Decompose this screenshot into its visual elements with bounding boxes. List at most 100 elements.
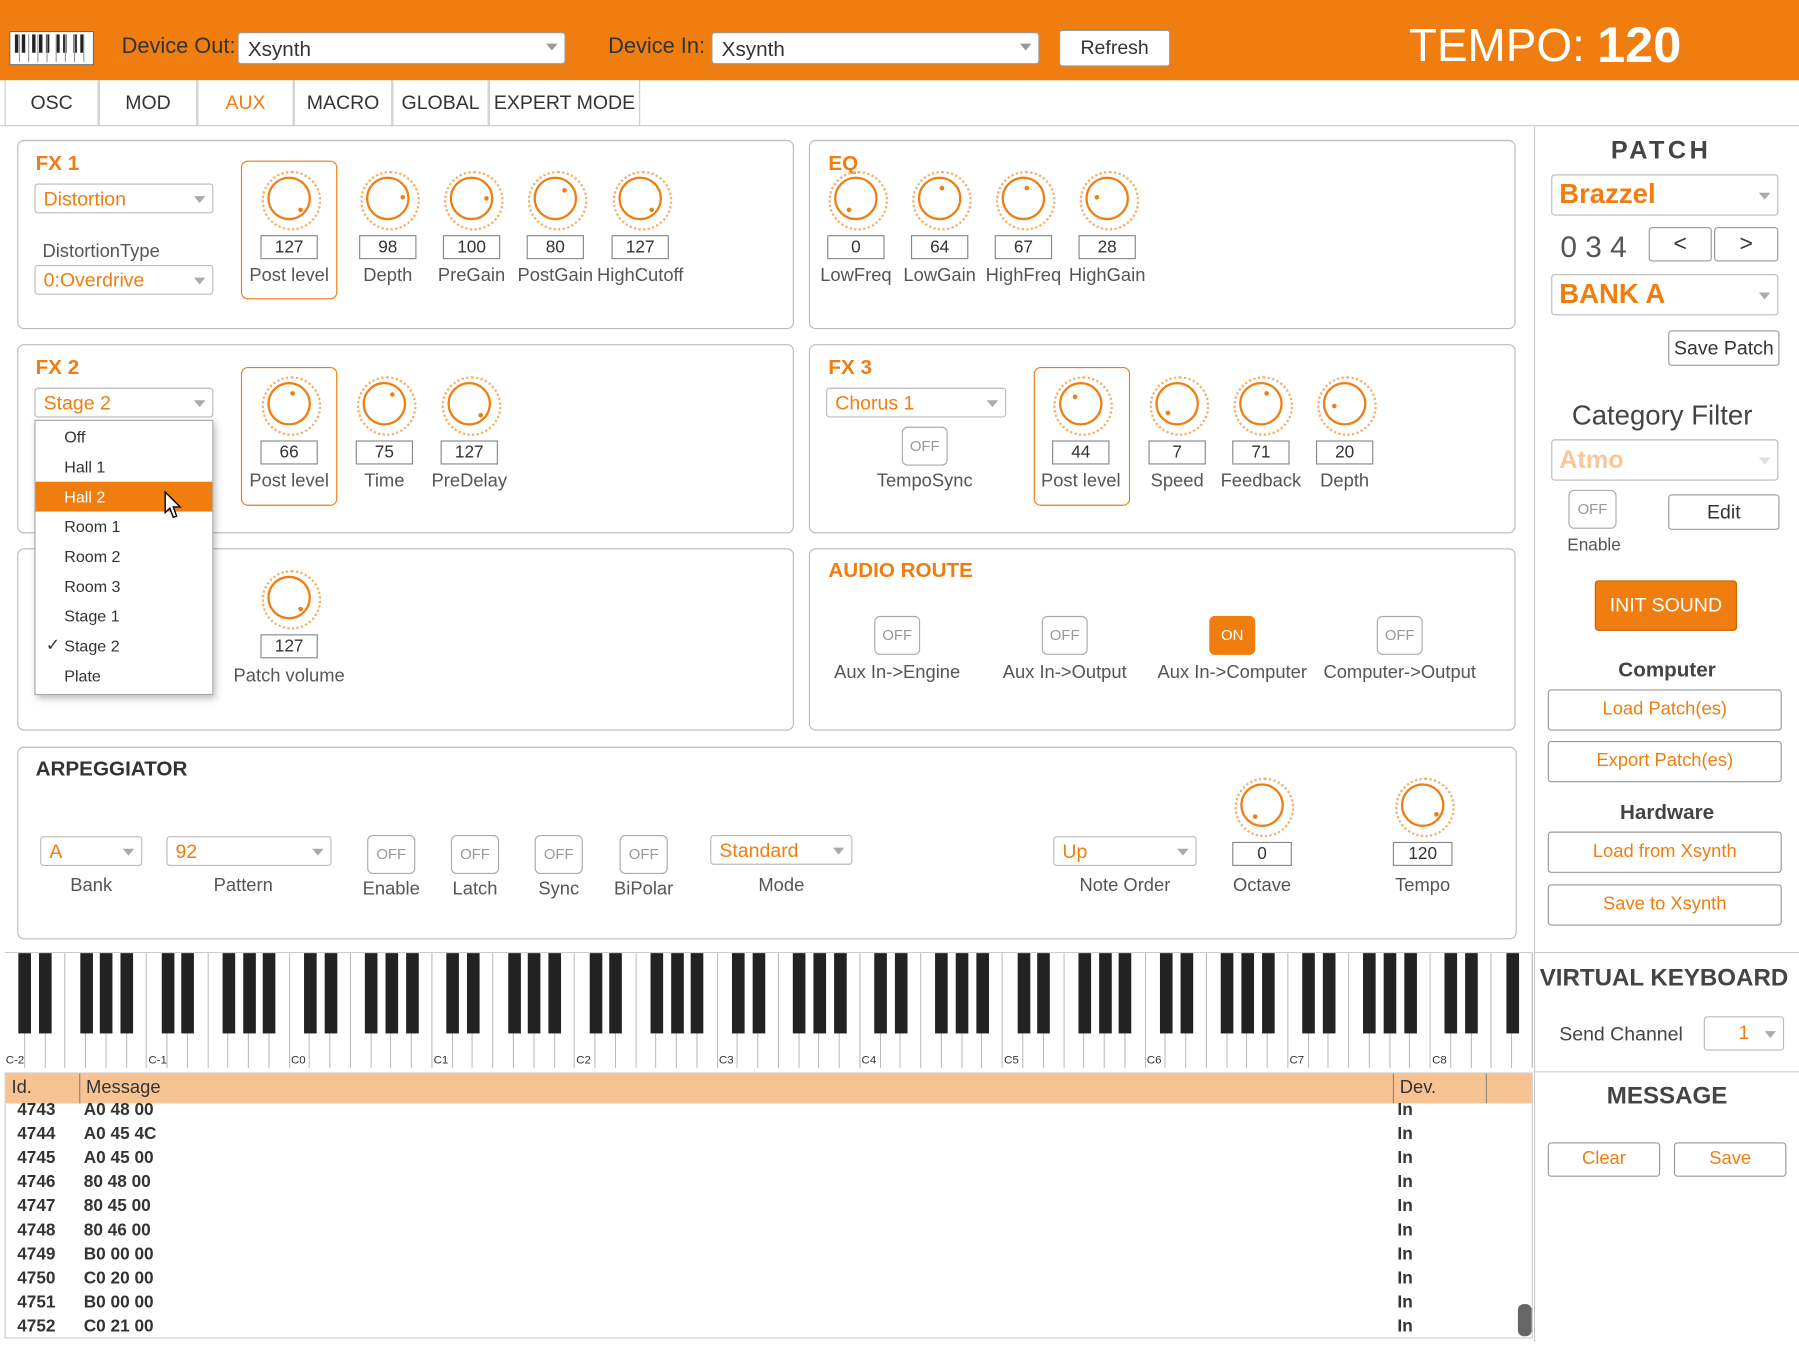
fx2-menu-item-4[interactable]: Room 2 (36, 541, 213, 571)
fx2-menu-item-5[interactable]: Room 3 (36, 571, 213, 601)
fx2-predelay-knob[interactable] (441, 376, 502, 436)
black-key[interactable] (1078, 953, 1091, 1034)
fx2-menu-item-1[interactable]: Hall 1 (36, 452, 213, 482)
virtual-keyboard[interactable]: C-2 C-1 C0 C1 C2 C3 C4 C5 C6 C7 C8 (4, 951, 1533, 1069)
fx1-highcutoff-knob[interactable] (612, 170, 673, 231)
refresh-button[interactable]: Refresh (1058, 29, 1171, 67)
fx3-post-level-knob[interactable] (1053, 376, 1113, 436)
black-key[interactable] (1159, 953, 1173, 1034)
patch-volume-value[interactable]: 127 (260, 634, 318, 659)
black-key[interactable] (1322, 953, 1336, 1034)
category-enable-toggle[interactable]: OFF (1568, 489, 1617, 529)
category-edit-button[interactable]: Edit (1668, 494, 1780, 530)
fx3-speed-knob[interactable] (1149, 376, 1210, 436)
fx2-post-level-value[interactable]: 66 (260, 440, 318, 465)
arp-mode-select[interactable]: Standard (710, 835, 853, 865)
black-key[interactable] (1017, 953, 1030, 1034)
fx3-feedback-knob[interactable] (1233, 376, 1294, 436)
fx1-postgain-knob[interactable] (527, 170, 588, 231)
black-key[interactable] (1465, 953, 1478, 1034)
fx3-type-select[interactable]: Chorus 1 (826, 387, 1007, 418)
black-key[interactable] (1118, 953, 1132, 1034)
black-key[interactable] (1302, 953, 1315, 1034)
black-key[interactable] (1098, 953, 1112, 1034)
fx2-time-knob[interactable] (356, 376, 417, 436)
black-key[interactable] (650, 953, 663, 1034)
eq-highfreq-knob[interactable] (995, 170, 1056, 231)
arp-bipolar-toggle[interactable]: OFF (619, 835, 668, 874)
black-key[interactable] (181, 953, 195, 1034)
eq-lowfreq-knob[interactable] (828, 170, 889, 231)
arp-bank-select[interactable]: A (40, 836, 143, 866)
black-key[interactable] (1506, 953, 1519, 1034)
save-patch-button[interactable]: Save Patch (1668, 330, 1780, 366)
bank-select[interactable]: BANK A (1551, 274, 1779, 316)
black-key[interactable] (935, 953, 949, 1034)
eq-lowfreq-value[interactable]: 0 (827, 235, 885, 260)
fx2-menu-item-2[interactable]: Hall 2 (35, 481, 213, 512)
fx1-depth-knob[interactable] (360, 170, 420, 231)
black-key[interactable] (813, 953, 826, 1034)
black-key[interactable] (1363, 953, 1377, 1034)
fx1-post-level-knob[interactable] (261, 170, 322, 231)
temposync-toggle[interactable]: OFF (901, 426, 948, 466)
fx3-speed-value[interactable]: 7 (1148, 440, 1206, 465)
fx3-depth-knob[interactable] (1317, 376, 1377, 436)
black-key[interactable] (670, 953, 684, 1034)
fx2-type-select[interactable]: Stage 2 (34, 387, 214, 418)
fx2-predelay-value[interactable]: 127 (440, 440, 498, 465)
black-key[interactable] (1180, 953, 1193, 1034)
arp-tempo-knob[interactable] (1395, 777, 1455, 838)
black-key[interactable] (405, 953, 419, 1034)
eq-highgain-value[interactable]: 28 (1078, 235, 1136, 260)
patch-name-select[interactable]: Brazzel (1551, 174, 1779, 216)
fx1-highcutoff-value[interactable]: 127 (611, 235, 669, 260)
black-key[interactable] (976, 953, 989, 1034)
black-key[interactable] (1261, 953, 1275, 1034)
black-key[interactable] (955, 953, 969, 1034)
arp-tempo-value[interactable]: 120 (1392, 841, 1453, 866)
black-key[interactable] (1444, 953, 1458, 1034)
black-key[interactable] (589, 953, 602, 1034)
load-patches-button[interactable]: Load Patch(es) (1547, 689, 1782, 731)
black-key[interactable] (833, 953, 847, 1034)
tab-expert-mode[interactable]: EXPERT MODE (488, 80, 641, 127)
route-toggle-1[interactable]: OFF (1041, 615, 1088, 655)
tab-macro[interactable]: MACRO (293, 80, 393, 127)
black-key[interactable] (466, 953, 480, 1034)
black-key[interactable] (79, 953, 93, 1034)
export-patches-button[interactable]: Export Patch(es) (1547, 740, 1782, 783)
arp-latch-toggle[interactable]: OFF (450, 835, 500, 874)
clear-log-button[interactable]: Clear (1547, 1142, 1661, 1177)
black-key[interactable] (1241, 953, 1254, 1034)
fx2-time-value[interactable]: 75 (355, 440, 414, 465)
black-key[interactable] (1037, 953, 1051, 1034)
save-to-xsynth-button[interactable]: Save to Xsynth (1547, 884, 1782, 926)
device-in-select[interactable]: Xsynth (711, 32, 1040, 65)
tab-aux[interactable]: AUX (197, 80, 294, 127)
black-key[interactable] (18, 953, 32, 1034)
fx2-menu-item-0[interactable]: Off (36, 422, 213, 452)
arp-sync-toggle[interactable]: OFF (534, 835, 583, 874)
init-sound-button[interactable]: INIT SOUND (1594, 580, 1738, 631)
tab-global[interactable]: GLOBAL (392, 80, 489, 127)
black-key[interactable] (1383, 953, 1397, 1034)
black-key[interactable] (752, 953, 765, 1034)
black-key[interactable] (507, 953, 521, 1034)
black-key[interactable] (528, 953, 541, 1034)
distortion-type-select[interactable]: 0:Overdrive (34, 264, 214, 295)
next-patch-button[interactable]: > (1714, 227, 1779, 262)
eq-lowgain-knob[interactable] (912, 170, 972, 231)
fx1-pregain-value[interactable]: 100 (442, 235, 501, 260)
black-key[interactable] (242, 953, 256, 1034)
black-key[interactable] (1220, 953, 1234, 1034)
prev-patch-button[interactable]: < (1648, 227, 1712, 262)
send-channel-select[interactable]: 1 (1703, 1016, 1785, 1051)
route-toggle-0[interactable]: OFF (874, 615, 921, 655)
black-key[interactable] (446, 953, 460, 1034)
arp-note-order-select[interactable]: Up (1053, 836, 1197, 866)
black-key[interactable] (691, 953, 704, 1034)
arp-pattern-select[interactable]: 92 (166, 836, 332, 866)
black-key[interactable] (731, 953, 745, 1034)
black-key[interactable] (303, 953, 317, 1034)
